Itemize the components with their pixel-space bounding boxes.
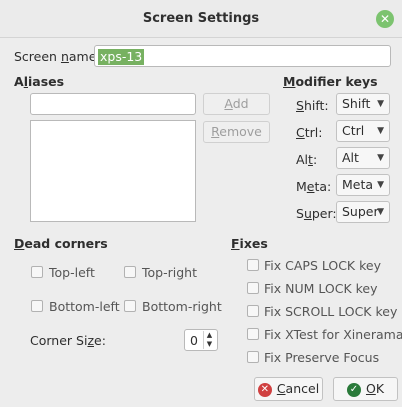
shift-label-key: S: [296, 98, 304, 113]
corner-size-value: 0: [190, 333, 198, 348]
fix-preserve-focus-checkbox[interactable]: [247, 351, 259, 363]
ctrl-label: Ctrl:: [296, 125, 322, 140]
shift-combo-value: Shift: [342, 96, 371, 111]
ctrl-combo[interactable]: Ctrl ▼: [336, 120, 390, 142]
bottom-right-checkbox[interactable]: [124, 300, 136, 312]
bottom-right-label: Bottom-right: [142, 299, 222, 314]
aliases-header-pre: A: [14, 74, 24, 89]
top-left-label: Top-left: [49, 265, 95, 280]
fix-num-lock-checkbox[interactable]: [247, 282, 259, 294]
screen-name-value: xps-13: [98, 49, 145, 65]
close-icon[interactable]: ✕: [376, 10, 394, 28]
super-label-lead: S: [296, 206, 304, 221]
corner-size-spinner[interactable]: 0 ▲ ▼: [184, 329, 218, 351]
fix-caps-lock-label: Fix CAPS LOCK key: [264, 258, 381, 273]
fix-scroll-lock-label: Fix SCROLL LOCK key: [264, 304, 398, 319]
bottom-left-label: Bottom-left: [49, 299, 120, 314]
ctrl-label-rest: trl:: [304, 125, 323, 140]
ok-button[interactable]: ✓ OK: [333, 377, 398, 401]
alt-label-rest: :: [312, 152, 318, 167]
fix-num-lock-label: Fix NUM LOCK key: [264, 281, 378, 296]
top-right-label: Top-right: [142, 265, 197, 280]
fixes-header-post: ixes: [239, 236, 268, 251]
fixes-header-key: F: [231, 236, 240, 251]
spinner-arrows-icon[interactable]: ▲ ▼: [203, 331, 215, 349]
bottom-left-checkbox[interactable]: [31, 300, 43, 312]
alias-input[interactable]: [30, 93, 196, 115]
ok-key: O: [365, 381, 376, 396]
dead-corners-header-key: D: [14, 236, 25, 251]
remove-alias-button[interactable]: Remove: [203, 121, 270, 143]
window-title: Screen Settings: [142, 11, 260, 26]
aliases-header-post: iases: [27, 74, 65, 89]
aliases-list[interactable]: [30, 120, 196, 222]
screen-name-label: Screen name:: [14, 49, 101, 64]
aliases-header: Aliases: [14, 74, 64, 89]
modifier-keys-header-post: odifier keys: [295, 74, 378, 89]
shift-combo[interactable]: Shift ▼: [336, 93, 390, 115]
fix-scroll-lock-checkbox[interactable]: [247, 305, 259, 317]
fix-xtest-label: Fix XTest for Xinerama: [264, 327, 402, 342]
super-combo-value: Super: [342, 204, 379, 219]
chevron-down-icon: ▼: [377, 207, 384, 217]
ctrl-combo-value: Ctrl: [342, 123, 365, 138]
chevron-down-icon: ▼: [377, 180, 384, 190]
top-left-checkbox[interactable]: [31, 266, 43, 278]
screen-name-input[interactable]: xps-13: [94, 45, 391, 67]
chevron-down-icon: ▼: [377, 153, 384, 163]
fix-preserve-focus-label: Fix Preserve Focus: [264, 350, 380, 365]
corner-size-label: Corner Size:: [30, 333, 106, 348]
chevron-down-icon: ▼: [377, 126, 384, 136]
check-icon: ✓: [346, 382, 361, 397]
modifier-keys-header-key: M: [283, 74, 296, 89]
title-bar: Screen Settings ✕: [0, 0, 402, 38]
dead-corners-header-post: ead corners: [24, 236, 108, 251]
super-label-rest: per:: [311, 206, 337, 221]
top-right-checkbox[interactable]: [124, 266, 136, 278]
meta-label-rest: ta:: [314, 179, 332, 194]
meta-label-lead: M: [296, 179, 307, 194]
shift-label-rest: hift:: [303, 98, 329, 113]
cancel-icon: ✕: [257, 382, 272, 397]
ctrl-label-key: C: [296, 125, 305, 140]
cancel-rest: ancel: [285, 381, 320, 396]
fix-caps-lock-checkbox[interactable]: [247, 259, 259, 271]
add-alias-rest: dd: [232, 96, 249, 111]
meta-label-key: e: [306, 179, 315, 194]
alt-label: Alt:: [296, 152, 317, 167]
meta-combo-value: Meta: [342, 177, 374, 192]
chevron-down-icon: ▼: [377, 99, 384, 109]
super-label-key: u: [303, 206, 312, 221]
screen-name-label-key: n: [60, 49, 69, 64]
screen-name-label-pre: Screen: [14, 49, 61, 64]
corner-size-label-post: e:: [94, 333, 106, 348]
modifier-keys-header: Modifier keys: [283, 74, 378, 89]
fix-xtest-checkbox[interactable]: [247, 328, 259, 340]
dead-corners-header: Dead corners: [14, 236, 108, 251]
cancel-button[interactable]: ✕ Cancel: [254, 377, 323, 401]
super-label: Super:: [296, 206, 337, 221]
remove-alias-rest: emove: [219, 124, 262, 139]
super-combo[interactable]: Super ▼: [336, 201, 390, 223]
fixes-header: Fixes: [231, 236, 268, 251]
meta-label: Meta:: [296, 179, 331, 194]
shift-label: Shift:: [296, 98, 329, 113]
cancel-key: C: [276, 381, 286, 396]
ok-rest: K: [375, 381, 385, 396]
alt-combo-value: Alt: [342, 150, 359, 165]
alt-label-lead: Al: [296, 152, 309, 167]
alt-combo[interactable]: Alt ▼: [336, 147, 390, 169]
add-alias-key: A: [224, 96, 233, 111]
corner-size-label-pre: Corner Si: [30, 333, 88, 348]
meta-combo[interactable]: Meta ▼: [336, 174, 390, 196]
add-alias-button[interactable]: Add: [203, 93, 270, 115]
